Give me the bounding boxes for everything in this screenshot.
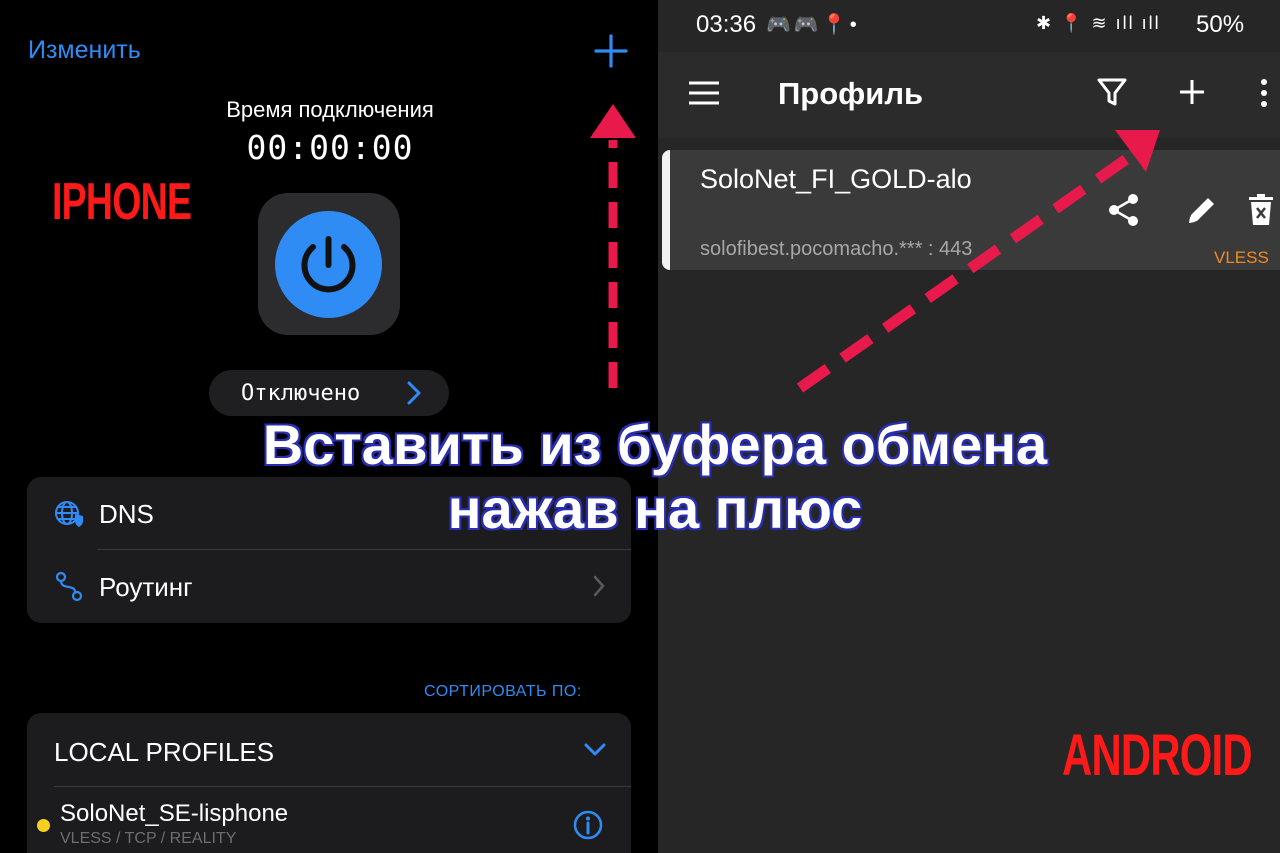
- add-icon[interactable]: [1176, 76, 1208, 108]
- more-vert-icon[interactable]: [1252, 76, 1276, 110]
- android-label: ANDROID: [1062, 723, 1253, 788]
- server-address: solofibest.pocomacho.*** : 443: [700, 238, 973, 260]
- selected-indicator: [662, 150, 670, 270]
- info-icon[interactable]: [572, 809, 604, 841]
- power-icon: [301, 236, 356, 293]
- route-icon: [55, 571, 83, 602]
- edit-icon[interactable]: [1184, 192, 1220, 228]
- caption-line: нажав на плюс: [447, 477, 863, 540]
- add-icon[interactable]: [590, 30, 632, 72]
- clock: 03:36: [696, 11, 757, 38]
- share-icon[interactable]: [1106, 192, 1142, 228]
- status-bar: 03:36 🎮🎮📍• ✱ 📍 ≋ ıll ıll 50%: [658, 0, 1280, 52]
- page-title: Профиль: [778, 76, 924, 111]
- edit-button[interactable]: Изменить: [28, 36, 141, 65]
- globe-shield-icon: [55, 501, 83, 527]
- profile-meta: VLESS / TCP / REALITY: [60, 830, 237, 847]
- power-button[interactable]: [275, 211, 382, 318]
- status-dot: [37, 819, 50, 832]
- menu-icon[interactable]: [688, 80, 720, 106]
- server-item[interactable]: SoloNet_FI_GOLD-alo solofibest.pocomacho…: [662, 150, 1280, 270]
- chevron-down-icon[interactable]: [583, 741, 607, 759]
- protocol-badge: VLESS: [1214, 248, 1269, 267]
- chevron-right-icon: [593, 575, 605, 597]
- sort-by-label[interactable]: СОРТИРОВАТЬ ПО:: [424, 683, 582, 701]
- server-name: SoloNet_FI_GOLD-alo: [700, 164, 972, 194]
- notification-icons: 🎮🎮📍•: [766, 14, 860, 36]
- status-text: Отключено: [241, 381, 361, 406]
- profile-name[interactable]: SoloNet_SE-lisphone: [60, 800, 288, 828]
- iphone-label: IPHONE: [52, 173, 192, 231]
- local-profiles-section: LOCAL PROFILES SoloNet_SE-lisphone VLESS…: [27, 713, 631, 853]
- divider: [54, 786, 631, 787]
- app-bar: Профиль: [658, 52, 1280, 138]
- caption-line: Вставить из буфера обмена: [262, 413, 1048, 476]
- instruction-caption: Вставить из буфера обмена нажав на плюс: [150, 413, 1160, 541]
- system-icons: ✱ 📍 ≋ ıll ıll: [1036, 13, 1161, 33]
- connection-time-label: Время подключения: [226, 97, 434, 122]
- section-title: LOCAL PROFILES: [54, 737, 275, 767]
- delete-icon[interactable]: [1246, 192, 1276, 228]
- connection-status-button[interactable]: Отключено: [209, 370, 449, 416]
- connection-timer: 00:00:00: [246, 128, 414, 167]
- settings-item-label: Роутинг: [99, 572, 193, 602]
- settings-item-label: DNS: [99, 499, 154, 529]
- filter-icon[interactable]: [1096, 76, 1128, 108]
- battery-level: 50%: [1196, 11, 1245, 38]
- chevron-right-icon: [407, 381, 421, 405]
- settings-item-routing[interactable]: Роутинг: [27, 550, 631, 623]
